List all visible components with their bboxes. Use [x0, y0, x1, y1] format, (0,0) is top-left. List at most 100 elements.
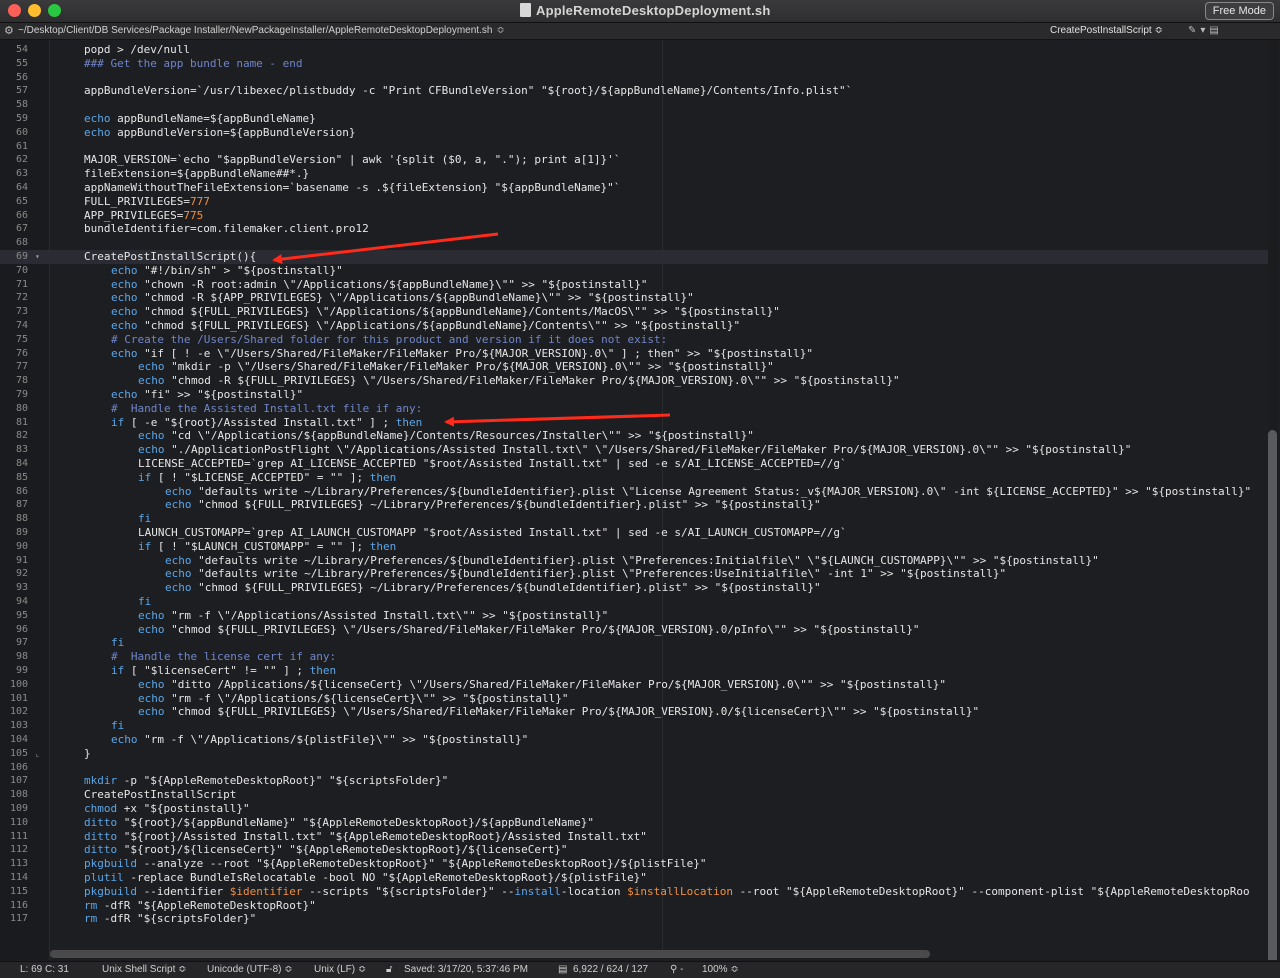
code-token: if: [111, 415, 125, 429]
code-text: fi: [111, 719, 124, 733]
code-line[interactable]: 113 pkgbuild --analyze --root "${AppleRem…: [0, 857, 1268, 871]
code-line[interactable]: 95 echo "rm -f \"/Applications/Assisted I…: [0, 609, 1268, 623]
code-text: }: [84, 747, 91, 761]
code-line[interactable]: 100 echo "ditto /Applications/${licenseCe…: [0, 678, 1268, 692]
code-line[interactable]: 90 if [ ! "$LAUNCH_CUSTOMAPP" = "" ]; the…: [0, 540, 1268, 554]
free-mode-button[interactable]: Free Mode: [1204, 2, 1274, 20]
code-line[interactable]: 97 fi: [0, 636, 1268, 650]
lock-icon[interactable]: 🔓︎: [386, 962, 392, 978]
title-bar: AppleRemoteDesktopDeployment.sh Free Mod…: [0, 0, 1280, 23]
zoom-window-button[interactable]: [48, 4, 61, 17]
code-line[interactable]: 88 fi: [0, 512, 1268, 526]
document-stats[interactable]: 6,922 / 624 / 127: [573, 962, 648, 978]
code-line[interactable]: 75 # Create the /Users/Shared folder for …: [0, 333, 1268, 347]
function-menu[interactable]: CreatePostInstallScript ≎: [1050, 23, 1163, 39]
code-line[interactable]: 84 LICENSE_ACCEPTED=`grep AI_LICENSE_ACCE…: [0, 457, 1268, 471]
code-line[interactable]: 112 ditto "${root}/${licenseCert}" "${App…: [0, 843, 1268, 857]
code-text: echo "./ApplicationPostFlight \"/Applica…: [138, 443, 1131, 457]
encoding-menu[interactable]: Unicode (UTF-8) ≎: [207, 962, 293, 978]
code-line[interactable]: 69 ▾ CreatePostInstallScript(){: [0, 250, 1268, 264]
code-line[interactable]: 98 # Handle the license cert if any:: [0, 650, 1268, 664]
code-line[interactable]: 68: [0, 236, 1268, 250]
code-line[interactable]: 105 ⌞}: [0, 747, 1268, 761]
cursor-position[interactable]: L: 69 C: 31: [20, 962, 69, 978]
code-line[interactable]: 66 APP_PRIVILEGES=775: [0, 209, 1268, 223]
code-line[interactable]: 64 appNameWithoutTheFileExtension=`basena…: [0, 181, 1268, 195]
syntax-language-menu[interactable]: Unix Shell Script ≎: [102, 962, 187, 978]
fold-toggle-icon[interactable]: ▾: [35, 250, 45, 264]
line-endings-menu[interactable]: Unix (LF) ≎: [314, 962, 366, 978]
code-line[interactable]: 58: [0, 98, 1268, 112]
gear-icon[interactable]: ⚙: [4, 23, 14, 39]
code-line[interactable]: 101 echo "rm -f \"/Applications/${license…: [0, 692, 1268, 706]
code-line[interactable]: 89 LAUNCH_CUSTOMAPP=`grep AI_LAUNCH_CUSTO…: [0, 526, 1268, 540]
split-view-icon[interactable]: ▤: [1209, 25, 1222, 36]
code-line[interactable]: 57 appBundleVersion=`/usr/libexec/plistbu…: [0, 84, 1268, 98]
code-text: ditto "${root}/Assisted Install.txt" "${…: [84, 830, 647, 844]
code-line[interactable]: 76 echo "if [ ! -e \"/Users/Shared/FileMa…: [0, 347, 1268, 361]
code-line[interactable]: 70 echo "#!/bin/sh" > "${postinstall}": [0, 264, 1268, 278]
code-line[interactable]: 77 echo "mkdir -p \"/Users/Shared/FileMak…: [0, 360, 1268, 374]
code-line[interactable]: 71 echo "chown -R root:admin \"/Applicati…: [0, 278, 1268, 292]
code-line[interactable]: 83 echo "./ApplicationPostFlight \"/Appli…: [0, 443, 1268, 457]
code-line[interactable]: 94 fi: [0, 595, 1268, 609]
code-line[interactable]: 92 echo "defaults write ~/Library/Prefere…: [0, 567, 1268, 581]
line-number: 84: [15, 458, 28, 469]
code-line[interactable]: 59 echo appBundleName=${appBundleName}: [0, 112, 1268, 126]
code-line[interactable]: 54 popd > /dev/null: [0, 43, 1268, 57]
code-line[interactable]: 65 FULL_PRIVILEGES=777: [0, 195, 1268, 209]
status-bar: L: 69 C: 31 Unix Shell Script ≎ Unicode …: [0, 961, 1280, 978]
code-line[interactable]: 111 ditto "${root}/Assisted Install.txt" …: [0, 830, 1268, 844]
code-line[interactable]: 78 echo "chmod -R ${FULL_PRIVILEGES} \"/U…: [0, 374, 1268, 388]
code-line[interactable]: 62 MAJOR_VERSION=`echo "$appBundleVersion…: [0, 153, 1268, 167]
code-line[interactable]: 73 echo "chmod ${FULL_PRIVILEGES} \"/Appl…: [0, 305, 1268, 319]
code-line[interactable]: 80 # Handle the Assisted Install.txt file…: [0, 402, 1268, 416]
code-line[interactable]: 107 mkdir -p "${AppleRemoteDesktopRoot}" …: [0, 774, 1268, 788]
code-line[interactable]: 93 echo "chmod ${FULL_PRIVILEGES} ~/Libra…: [0, 581, 1268, 595]
code-line[interactable]: 102 echo "chmod ${FULL_PRIVILEGES} \"/Use…: [0, 705, 1268, 719]
line-number: 116: [9, 899, 28, 911]
code-line[interactable]: 110 ditto "${root}/${appBundleName}" "${A…: [0, 816, 1268, 830]
code-line[interactable]: 106: [0, 761, 1268, 775]
code-line[interactable]: 82 echo "cd \"/Applications/${appBundleNa…: [0, 429, 1268, 443]
code-line[interactable]: 55 ### Get the app bundle name - end: [0, 57, 1268, 71]
minimize-window-button[interactable]: [28, 4, 41, 17]
code-line[interactable]: 115 pkgbuild --identifier $identifier --s…: [0, 885, 1268, 899]
horizontal-scrollbar[interactable]: [50, 950, 930, 958]
code-line[interactable]: 103 fi: [0, 719, 1268, 733]
code-line[interactable]: 67 bundleIdentifier=com.filemaker.client.…: [0, 222, 1268, 236]
code-token: echo: [165, 581, 192, 595]
code-line[interactable]: 91 echo "defaults write ~/Library/Prefere…: [0, 554, 1268, 568]
code-line[interactable]: 79 echo "fi" >> "${postinstall}": [0, 388, 1268, 402]
code-line[interactable]: 74 echo "chmod ${FULL_PRIVILEGES} \"/Appl…: [0, 319, 1268, 333]
code-line[interactable]: 109 chmod +x "${postinstall}": [0, 802, 1268, 816]
code-line[interactable]: 86 echo "defaults write ~/Library/Prefere…: [0, 485, 1268, 499]
code-line[interactable]: 87 echo "chmod ${FULL_PRIVILEGES} ~/Libra…: [0, 498, 1268, 512]
close-window-button[interactable]: [8, 4, 21, 17]
code-line[interactable]: 81 if [ -e "${root}/Assisted Install.txt"…: [0, 416, 1268, 430]
line-number: 100: [9, 678, 28, 690]
code-line[interactable]: 61: [0, 140, 1268, 154]
code-line[interactable]: 63 fileExtension=${appBundleName##*.}: [0, 167, 1268, 181]
code-line[interactable]: 117 rm -dfR "${scriptsFolder}": [0, 912, 1268, 926]
code-token: "rm -f \"/Applications/${plistFile}\"" >…: [137, 733, 529, 746]
code-token: MAJOR_VERSION=`echo "$appBundleVersion" …: [84, 153, 621, 167]
zoom-icon[interactable]: ⚲ -: [670, 962, 683, 978]
code-line[interactable]: 104 echo "rm -f \"/Applications/${plistFi…: [0, 733, 1268, 747]
code-line[interactable]: 114 plutil -replace BundleIsRelocatable -…: [0, 871, 1268, 885]
code-editor[interactable]: 54 popd > /dev/null 55 ### Get the app bund…: [0, 40, 1280, 960]
code-line[interactable]: 96 echo "chmod ${FULL_PRIVILEGES} \"/User…: [0, 623, 1268, 637]
code-line[interactable]: 116 rm -dfR "${AppleRemoteDesktopRoot}": [0, 899, 1268, 913]
code-line[interactable]: 56: [0, 71, 1268, 85]
code-line[interactable]: 60 echo appBundleVersion=${appBundleVersi…: [0, 126, 1268, 140]
file-path-menu[interactable]: ~/Desktop/Client/DB Services/Package Ins…: [18, 23, 505, 39]
code-line[interactable]: 85 if [ ! "$LICENSE_ACCEPTED" = "" ]; the…: [0, 471, 1268, 485]
code-line[interactable]: 99 if [ "$licenseCert" != "" ] ; then: [0, 664, 1268, 678]
code-line[interactable]: 72 echo "chmod -R ${APP_PRIVILEGES} \"/Ap…: [0, 291, 1268, 305]
code-text: rm -dfR "${AppleRemoteDesktopRoot}": [84, 899, 316, 913]
zoom-level[interactable]: 100% ≎: [702, 962, 739, 978]
vertical-scrollbar[interactable]: [1268, 430, 1277, 960]
bookmark-icon[interactable]: ✎: [1188, 25, 1200, 36]
fold-toggle-icon[interactable]: ⌞: [35, 747, 45, 761]
code-line[interactable]: 108 CreatePostInstallScript: [0, 788, 1268, 802]
